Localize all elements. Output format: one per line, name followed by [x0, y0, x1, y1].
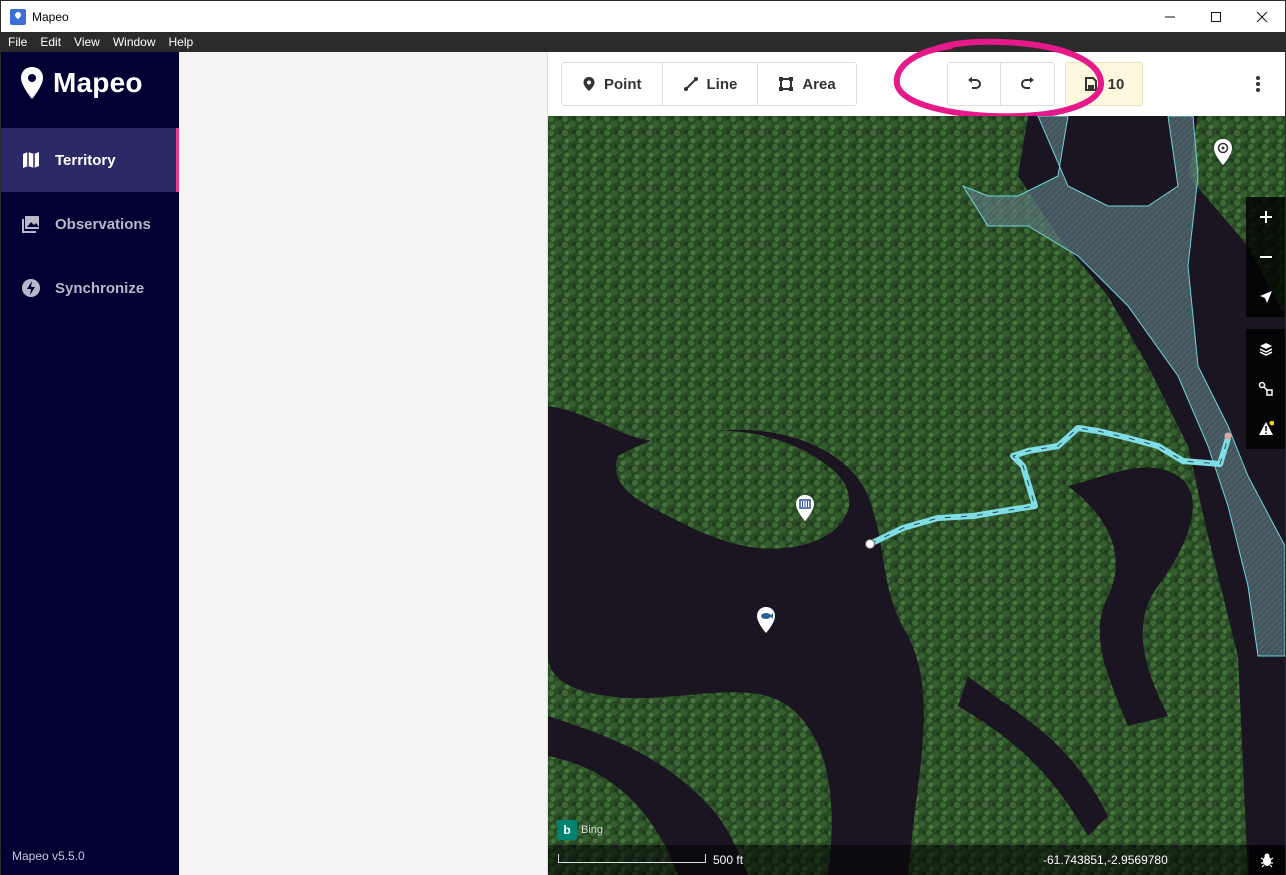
menu-file[interactable]: File: [1, 35, 33, 49]
more-options-button[interactable]: [1248, 72, 1268, 96]
zoom-out-button[interactable]: [1246, 237, 1285, 277]
area-icon: [779, 77, 794, 91]
more-vertical-icon: [1256, 76, 1260, 92]
sidebar-nav: Territory Observations Synchronize: [1, 128, 179, 320]
sidebar-item-label: Territory: [55, 151, 116, 169]
add-area-button[interactable]: Area: [758, 63, 855, 105]
window-controls: [1147, 1, 1285, 32]
bing-logo-icon: b: [557, 820, 577, 840]
app-version: Mapeo v5.5.0: [12, 849, 85, 863]
scale-label: 500 ft: [713, 853, 744, 867]
map-controls: [1246, 197, 1285, 461]
title-bar: Mapeo: [1, 1, 1285, 32]
locate-icon: [1259, 291, 1272, 303]
museum-pin-icon[interactable]: [794, 494, 816, 522]
menu-edit[interactable]: Edit: [33, 35, 67, 49]
zoom-in-icon: [1259, 211, 1272, 223]
issues-button[interactable]: [1246, 409, 1285, 449]
sidebar-item-synchronize[interactable]: Synchronize: [1, 256, 179, 320]
map-data-button[interactable]: [1246, 369, 1285, 409]
close-button[interactable]: [1239, 1, 1285, 32]
report-bug-button[interactable]: [1249, 845, 1285, 875]
layers-icon: [1259, 343, 1272, 356]
menu-help[interactable]: Help: [162, 35, 200, 49]
sidebar-item-label: Synchronize: [55, 279, 145, 297]
sidebar-item-territory[interactable]: Territory: [1, 128, 179, 192]
sidebar: Mapeo Territory Observations Synchronize: [1, 52, 179, 875]
add-line-button[interactable]: Line: [663, 63, 759, 105]
bing-attribution[interactable]: b Bing: [557, 820, 603, 840]
satellite-imagery: [548, 116, 1285, 875]
window-title: Mapeo: [32, 9, 69, 24]
add-area-label: Area: [802, 75, 836, 93]
undo-button[interactable]: [948, 63, 1001, 105]
side-panel: [179, 52, 548, 875]
sidebar-item-label: Observations: [55, 215, 151, 233]
redo-icon: [1020, 77, 1034, 89]
redo-button[interactable]: [1001, 63, 1054, 105]
line-icon: [683, 77, 698, 91]
menu-bar: File Edit View Window Help: [1, 32, 1285, 52]
minimize-button[interactable]: [1147, 1, 1193, 32]
sidebar-item-observations[interactable]: Observations: [1, 192, 179, 256]
brand-name: Mapeo: [53, 67, 143, 98]
editor-toolbar: Point Line Area 10: [548, 52, 1285, 116]
fish-pin-icon[interactable]: [755, 606, 777, 634]
close-icon: [1256, 11, 1268, 22]
location-pin-icon: [21, 67, 43, 99]
layers-button[interactable]: [1246, 329, 1285, 369]
lightning-icon: [21, 278, 41, 298]
add-point-button[interactable]: Point: [562, 63, 663, 105]
menu-view[interactable]: View: [67, 35, 106, 49]
undo-redo-group: [947, 62, 1055, 106]
upload-icon: [1084, 77, 1097, 91]
brand-logo: Mapeo: [19, 66, 143, 100]
maximize-icon: [1211, 11, 1221, 22]
map-icon: [21, 150, 41, 170]
zoom-in-button[interactable]: [1246, 197, 1285, 237]
zoom-controls: [1246, 197, 1285, 317]
add-point-label: Point: [604, 75, 642, 93]
point-icon: [583, 77, 595, 91]
camp-pin-icon[interactable]: [1212, 138, 1234, 166]
bing-text: Bing: [581, 824, 604, 836]
undo-icon: [968, 77, 981, 89]
issues-icon: [1258, 421, 1274, 435]
maximize-button[interactable]: [1193, 1, 1239, 32]
map-view[interactable]: b Bing 500 ft -61.743851,-2.9569780: [548, 116, 1285, 875]
zoom-out-icon: [1259, 256, 1272, 258]
app-icon: [10, 8, 26, 25]
locate-button[interactable]: [1246, 277, 1285, 317]
menu-window[interactable]: Window: [106, 35, 162, 49]
minimize-icon: [1165, 16, 1175, 17]
save-count: 10: [1107, 75, 1125, 93]
cursor-coordinates: -61.743851,-2.9569780: [1043, 853, 1168, 867]
map-footer: 500 ft -61.743851,-2.9569780: [548, 845, 1285, 875]
add-line-label: Line: [706, 75, 738, 93]
save-button[interactable]: 10: [1065, 62, 1143, 106]
map-layer-controls: [1246, 329, 1285, 449]
scale-bar[interactable]: [558, 854, 706, 863]
draw-tools: Point Line Area: [561, 62, 857, 106]
map-data-icon: [1258, 381, 1273, 396]
app-window: Mapeo File Edit View Window Help Mapeo T…: [0, 0, 1286, 875]
photos-icon: [21, 214, 41, 234]
bug-icon: [1260, 853, 1274, 868]
